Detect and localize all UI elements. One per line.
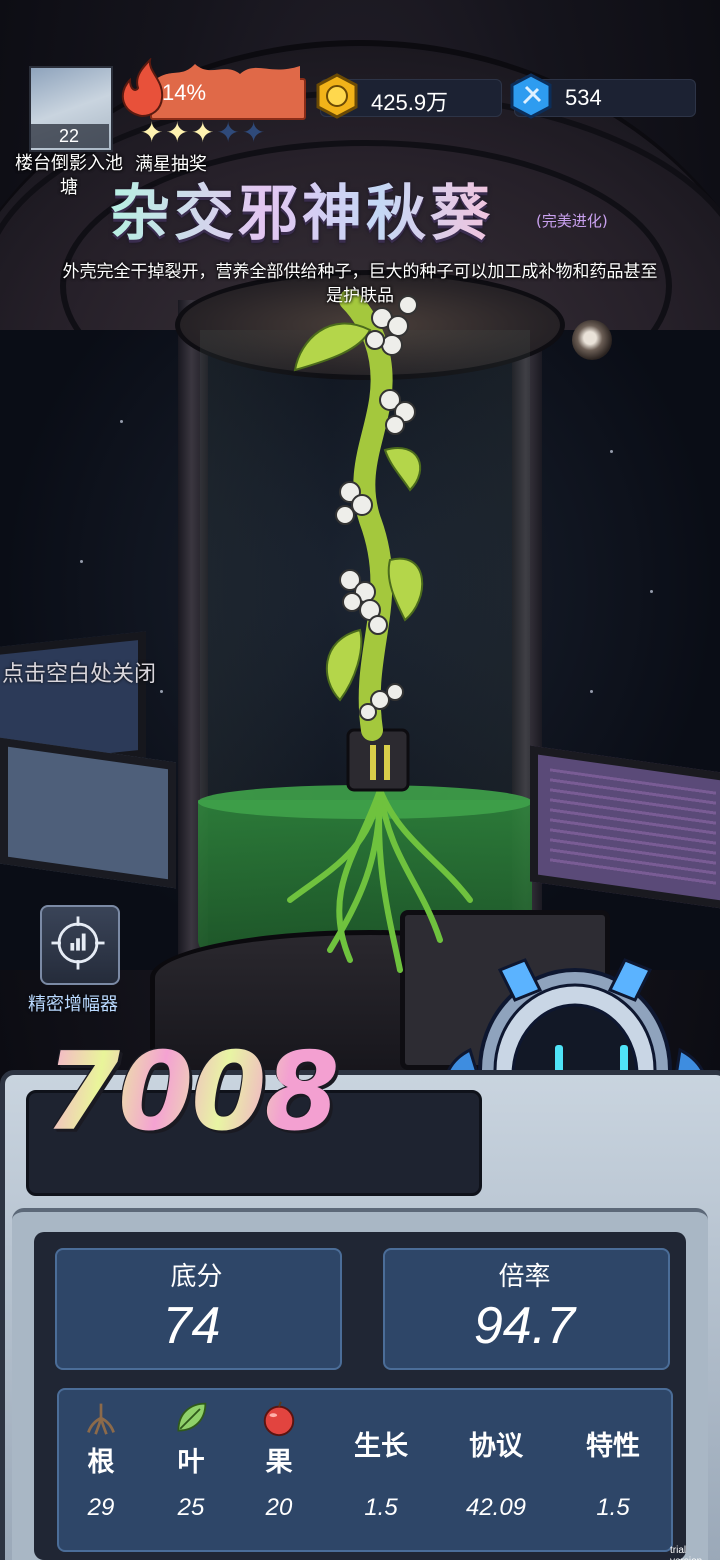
col-root-value: 29 [87,1494,115,1521]
target-chart-icon [51,916,105,970]
plant-description: 外壳完全干掉裂开，营养全部供给种子，巨大的种子可以加工成补物和药品甚至是护肤品 [62,262,658,306]
base-score-value: 74 [162,1297,221,1355]
col-trait-value: 1.5 [596,1494,630,1521]
col-leaf-label: 叶 [177,1447,205,1478]
close-hint[interactable]: 点击空白处关闭 [2,656,156,688]
star-filled-icon: ✦ [165,116,189,149]
star-filled-icon: ✦ [190,116,215,149]
trial-watermark: trial version [670,1545,702,1560]
col-leaf-value: 25 [177,1494,205,1521]
coin-amount: 425.9万 [371,90,449,115]
star-rating: ✦ ✦ ✦ ✦ ✦ [140,118,265,148]
precision-amplifier-button[interactable] [40,905,120,985]
multiplier-label: 倍率 [498,1262,551,1292]
evolution-tag: (完美进化) [536,212,608,230]
col-fruit-value: 20 [265,1494,293,1521]
root-icon [56,1400,146,1445]
leaf-icon [146,1400,236,1445]
col-growth-value: 1.5 [364,1494,398,1521]
star-empty-icon: ✦ [216,116,240,149]
col-root-label: 根 [87,1447,115,1478]
star-empty-icon: ✦ [241,116,266,149]
fire-percent: 14% [162,80,207,105]
plant-name: 杂交邪神秋葵 [110,165,494,252]
blue-gem-icon [510,73,552,119]
location-level: 22 [29,124,109,148]
col-trait-label: 特性 [586,1431,640,1462]
base-score-label: 底分 [170,1262,223,1292]
game-screen[interactable]: 22 楼台倒影入池塘 14% ✦ ✦ ✦ ✦ ✦ 满星抽奖 425.9万 534… [0,0,720,1560]
star-filled-icon: ✦ [140,116,164,149]
multiplier-value: 94.7 [473,1297,576,1355]
col-fruit-label: 果 [265,1447,293,1478]
precision-amplifier-label[interactable]: 精密增幅器 [28,990,118,1016]
gem-amount: 534 [565,85,602,110]
col-growth-label: 生长 [354,1431,408,1462]
total-score: 7008 [45,1030,340,1155]
col-protocol-value: 42.09 [465,1494,527,1521]
gold-coin-icon [316,73,358,119]
col-protocol-label: 协议 [469,1431,523,1462]
